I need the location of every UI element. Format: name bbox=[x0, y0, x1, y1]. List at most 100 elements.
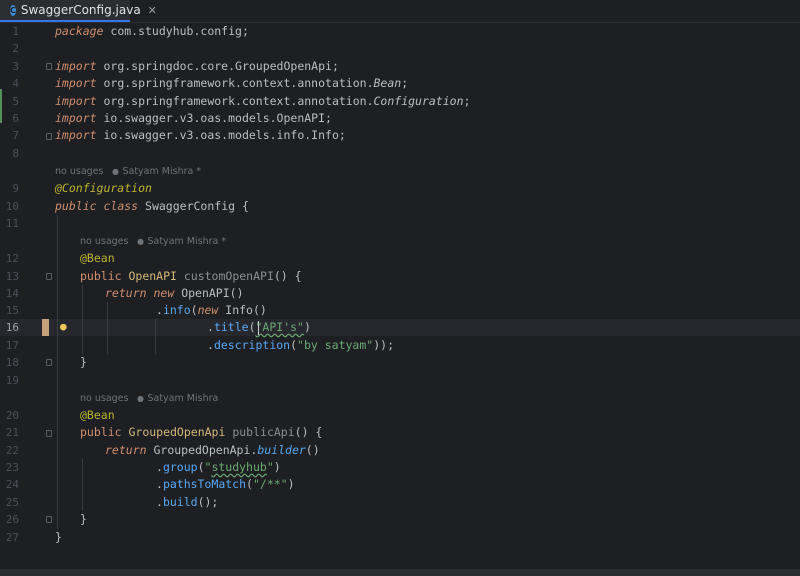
java-class-icon: C bbox=[10, 4, 16, 16]
line-code: } bbox=[55, 530, 62, 544]
line-number: 12 bbox=[5, 252, 19, 265]
code-line[interactable]: 18 } bbox=[0, 354, 800, 371]
line-number: 8 bbox=[12, 147, 19, 160]
line-code: @Configuration bbox=[55, 181, 152, 195]
fold-marker-icon[interactable] bbox=[46, 133, 52, 140]
line-number: 1 bbox=[12, 25, 19, 38]
line-number: 3 bbox=[12, 60, 19, 73]
usage-hint[interactable]: no usages ● Satyam Mishra bbox=[80, 390, 218, 407]
line-code: .pathsToMatch("/**") bbox=[156, 477, 295, 491]
fold-marker-icon[interactable] bbox=[46, 516, 52, 523]
line-code: } bbox=[80, 355, 87, 369]
line-number: 5 bbox=[12, 95, 19, 108]
usage-hint[interactable]: no usages ● Satyam Mishra * bbox=[80, 233, 226, 250]
line-code: import io.swagger.v3.oas.models.OpenAPI; bbox=[55, 111, 332, 125]
indent-guide bbox=[82, 459, 83, 511]
text-caret bbox=[258, 321, 259, 335]
line-code: import org.springframework.context.annot… bbox=[55, 76, 409, 90]
code-line[interactable]: 22 return GroupedOpenApi.builder() bbox=[0, 442, 800, 459]
code-line[interactable]: 24 .pathsToMatch("/**") bbox=[0, 476, 800, 493]
indent-guide bbox=[155, 319, 156, 354]
line-code: .info(new Info() bbox=[156, 303, 267, 317]
code-line[interactable]: 8 bbox=[0, 145, 800, 162]
code-line[interactable]: 27 } bbox=[0, 529, 800, 546]
code-line[interactable]: 19 bbox=[0, 372, 800, 389]
bookmark-marker bbox=[42, 319, 49, 336]
line-code: import org.springframework.context.annot… bbox=[55, 94, 471, 108]
line-code: package com.studyhub.config; bbox=[55, 24, 249, 38]
line-number: 18 bbox=[5, 356, 19, 369]
fold-marker-icon[interactable] bbox=[46, 359, 52, 366]
code-line[interactable]: 14 return new OpenAPI() bbox=[0, 285, 800, 302]
code-line[interactable]: 23 .group("studyhub") bbox=[0, 459, 800, 476]
line-code: return new OpenAPI() bbox=[105, 286, 244, 300]
line-number: 17 bbox=[5, 339, 19, 352]
line-code: } bbox=[80, 512, 87, 526]
indent-guide bbox=[57, 215, 58, 529]
line-code: @Bean bbox=[80, 408, 115, 422]
line-code: public GroupedOpenApi publicApi() { bbox=[80, 425, 323, 439]
line-code: public class SwaggerConfig { bbox=[55, 199, 249, 213]
code-line[interactable]: 1 package com.studyhub.config; bbox=[0, 23, 800, 40]
code-line[interactable]: 13 public OpenAPI customOpenAPI() { bbox=[0, 268, 800, 285]
code-line[interactable]: 25 .build(); bbox=[0, 494, 800, 511]
line-number: 23 bbox=[5, 461, 19, 474]
lightbulb-icon[interactable]: ● bbox=[60, 321, 70, 332]
editor-tab-bar: C SwaggerConfig.java ✕ bbox=[0, 0, 800, 23]
code-editor[interactable]: 1 package com.studyhub.config; 2 3 impor… bbox=[0, 23, 800, 569]
person-icon: ● bbox=[111, 167, 119, 176]
fold-marker-icon[interactable] bbox=[46, 63, 52, 70]
line-code: .group("studyhub") bbox=[156, 460, 281, 474]
code-line-current[interactable]: 16 .title("API's") bbox=[0, 319, 800, 336]
line-code: public OpenAPI customOpenAPI() { bbox=[80, 269, 302, 283]
line-code: return GroupedOpenApi.builder() bbox=[105, 443, 320, 457]
line-code: @Bean bbox=[80, 251, 115, 265]
code-line[interactable]: 5 import org.springframework.context.ann… bbox=[0, 93, 800, 110]
tab-swaggerconfig[interactable]: C SwaggerConfig.java ✕ bbox=[0, 0, 157, 22]
line-number: 24 bbox=[5, 478, 19, 491]
fold-marker-icon[interactable] bbox=[46, 430, 52, 437]
line-number: 21 bbox=[5, 426, 19, 439]
line-number: 15 bbox=[5, 304, 19, 317]
line-number: 13 bbox=[5, 270, 19, 283]
code-line[interactable]: 20 @Bean bbox=[0, 407, 800, 424]
line-number: 2 bbox=[12, 42, 19, 55]
code-line[interactable]: 7 import io.swagger.v3.oas.models.info.I… bbox=[0, 127, 800, 144]
code-line[interactable]: 11 bbox=[0, 215, 800, 232]
line-number: 22 bbox=[5, 444, 19, 457]
code-line[interactable]: 3 import org.springdoc.core.GroupedOpenA… bbox=[0, 58, 800, 75]
line-code: .build(); bbox=[156, 495, 219, 509]
person-icon: ● bbox=[136, 237, 144, 246]
code-line[interactable]: 26 } bbox=[0, 511, 800, 528]
status-bar bbox=[0, 569, 800, 576]
line-code: import org.springdoc.core.GroupedOpenApi… bbox=[55, 59, 339, 73]
close-icon[interactable]: ✕ bbox=[148, 4, 157, 17]
line-number: 4 bbox=[12, 77, 19, 90]
person-icon: ● bbox=[136, 394, 144, 403]
code-line[interactable]: 9 @Configuration bbox=[0, 180, 800, 197]
code-line[interactable]: 21 public GroupedOpenApi publicApi() { bbox=[0, 424, 800, 441]
line-number: 11 bbox=[5, 217, 19, 230]
indent-guide bbox=[82, 285, 83, 354]
code-line[interactable]: 15 .info(new Info() bbox=[0, 302, 800, 319]
code-line[interactable]: 10 public class SwaggerConfig { bbox=[0, 198, 800, 215]
usage-hint[interactable]: no usages ● Satyam Mishra * bbox=[55, 163, 201, 180]
tab-title: SwaggerConfig.java bbox=[20, 3, 141, 17]
line-number: 7 bbox=[12, 129, 19, 142]
code-line[interactable]: 17 .description("by satyam")); bbox=[0, 337, 800, 354]
fold-marker-icon[interactable] bbox=[46, 273, 52, 280]
code-line[interactable]: 2 bbox=[0, 40, 800, 57]
line-number: 14 bbox=[5, 287, 19, 300]
code-line[interactable]: 12 @Bean bbox=[0, 250, 800, 267]
line-number: 9 bbox=[12, 182, 19, 195]
line-number: 26 bbox=[5, 513, 19, 526]
line-number: 10 bbox=[5, 200, 19, 213]
line-number: 20 bbox=[5, 409, 19, 422]
code-line[interactable]: 4 import org.springframework.context.ann… bbox=[0, 75, 800, 92]
line-code: .description("by satyam")); bbox=[207, 338, 394, 352]
line-number: 27 bbox=[5, 531, 19, 544]
indent-guide bbox=[107, 302, 108, 354]
line-number: 6 bbox=[12, 112, 19, 125]
code-line[interactable]: 6 import io.swagger.v3.oas.models.OpenAP… bbox=[0, 110, 800, 127]
line-code: import io.swagger.v3.oas.models.info.Inf… bbox=[55, 128, 346, 142]
